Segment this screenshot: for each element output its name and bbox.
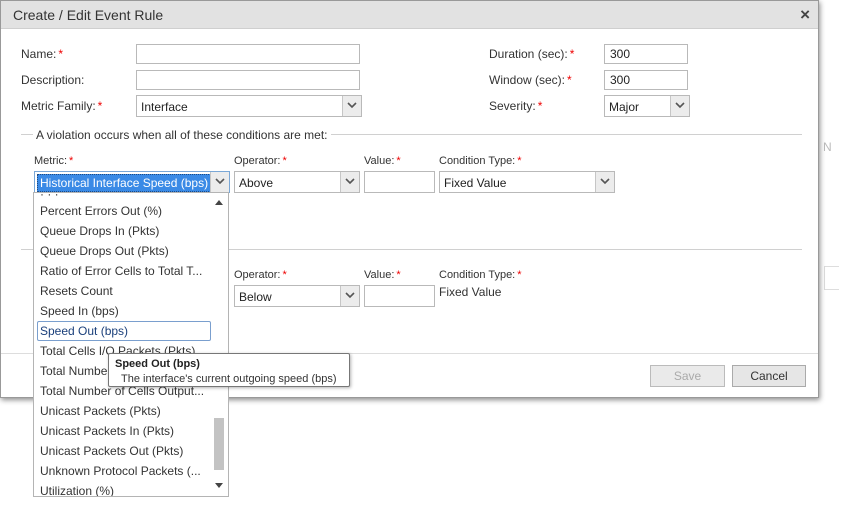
value-input-2[interactable] xyxy=(364,285,435,307)
severity-select[interactable]: Major xyxy=(604,95,690,117)
list-item[interactable]: Utilization (%) xyxy=(39,481,209,496)
metric-dropdown-list[interactable]: · · · Percent Errors Out (%) Queue Drops… xyxy=(33,192,229,497)
list-item[interactable]: Queue Drops Out (Pkts) xyxy=(39,241,209,261)
dialog-title: Create / Edit Event Rule xyxy=(13,7,164,23)
metric-select[interactable]: Historical Interface Speed (bps) xyxy=(34,171,230,193)
tooltip-description: The interface's current outgoing speed (… xyxy=(121,373,337,385)
list-item[interactable]: Resets Count xyxy=(39,281,209,301)
description-label: Description: xyxy=(21,73,85,87)
list-item-partial: · · · xyxy=(40,192,59,201)
required-marker: * xyxy=(517,155,522,167)
required-marker: * xyxy=(69,155,74,167)
background-page: N xyxy=(820,0,842,510)
duration-label: Duration (sec): * xyxy=(489,47,575,61)
window-label: Window (sec): * xyxy=(489,73,572,87)
required-marker: * xyxy=(396,155,401,167)
condition-type-label: Condition Type: * xyxy=(439,155,522,167)
required-marker: * xyxy=(396,269,401,281)
required-marker: * xyxy=(517,269,522,281)
severity-value: Major xyxy=(609,100,640,114)
chevron-down-icon[interactable] xyxy=(342,96,361,116)
duration-input[interactable]: 300 xyxy=(604,44,688,64)
operator-select-2[interactable]: Below xyxy=(234,285,360,307)
metric-family-select[interactable]: Interface xyxy=(136,95,362,117)
condition-type-select-1[interactable]: Fixed Value xyxy=(439,171,615,193)
chevron-down-icon[interactable] xyxy=(340,172,359,192)
condition-type-label-2: Condition Type: * xyxy=(439,269,522,281)
window-input[interactable]: 300 xyxy=(604,70,688,90)
required-marker: * xyxy=(569,47,575,61)
metric-selected-value: Historical Interface Speed (bps) xyxy=(37,174,212,192)
value-input-1[interactable] xyxy=(364,171,435,193)
scroll-up-arrow-icon[interactable] xyxy=(215,199,223,205)
required-marker: * xyxy=(97,99,103,113)
condition-type-value-2: Fixed Value xyxy=(439,285,502,299)
chevron-down-icon[interactable] xyxy=(670,96,689,116)
required-marker: * xyxy=(282,155,287,167)
list-item[interactable]: Ratio of Error Cells to Total T... xyxy=(39,261,209,281)
list-item[interactable]: Queue Drops In (Pkts) xyxy=(39,221,209,241)
condition-type-value: Fixed Value xyxy=(444,176,507,190)
list-item[interactable]: Unicast Packets (Pkts) xyxy=(39,401,209,421)
dialog-titlebar: Create / Edit Event Rule × xyxy=(1,1,818,29)
chevron-down-icon[interactable] xyxy=(340,286,359,306)
required-marker: * xyxy=(567,73,572,87)
scrollbar-thumb[interactable] xyxy=(214,418,224,470)
required-marker: * xyxy=(537,99,543,113)
required-marker: * xyxy=(58,47,64,61)
list-item[interactable]: Speed In (bps) xyxy=(39,301,209,321)
operator-value-2: Below xyxy=(239,290,272,304)
operator-select-1[interactable]: Above xyxy=(234,171,360,193)
operator-label-2: Operator: * xyxy=(234,269,287,281)
background-field-fragment xyxy=(824,266,839,290)
tooltip-title: Speed Out (bps) xyxy=(115,358,200,370)
list-item[interactable]: Unicast Packets In (Pkts) xyxy=(39,421,209,441)
severity-label: Severity: * xyxy=(489,99,543,113)
description-input[interactable] xyxy=(136,70,360,90)
chevron-down-icon[interactable] xyxy=(210,172,229,192)
required-marker: * xyxy=(282,269,287,281)
operator-value: Above xyxy=(239,176,274,190)
operator-label: Operator: * xyxy=(234,155,287,167)
metric-label: Metric: * xyxy=(34,155,74,167)
metric-family-value: Interface xyxy=(141,100,188,114)
dropdown-scrollbar[interactable] xyxy=(213,196,225,493)
close-icon[interactable]: × xyxy=(800,5,810,25)
conditions-legend: A violation occurs when all of these con… xyxy=(33,128,331,142)
list-item-highlighted[interactable]: Speed Out (bps) xyxy=(37,321,211,341)
chevron-down-icon[interactable] xyxy=(595,172,614,192)
cancel-button[interactable]: Cancel xyxy=(732,365,806,387)
value-label: Value: * xyxy=(364,155,401,167)
name-input[interactable] xyxy=(136,44,360,64)
background-fragment: N xyxy=(823,140,832,154)
save-button[interactable]: Save xyxy=(650,365,725,387)
scroll-down-arrow-icon[interactable] xyxy=(215,483,223,489)
value-label-2: Value: * xyxy=(364,269,401,281)
name-label: Name: * xyxy=(21,47,64,61)
list-item[interactable]: Unicast Packets Out (Pkts) xyxy=(39,441,209,461)
item-tooltip: Speed Out (bps) The interface's current … xyxy=(108,353,350,387)
list-item[interactable]: Percent Errors Out (%) xyxy=(39,201,209,221)
list-item[interactable]: Unknown Protocol Packets (... xyxy=(39,461,209,481)
metric-family-label: Metric Family: * xyxy=(21,99,103,113)
